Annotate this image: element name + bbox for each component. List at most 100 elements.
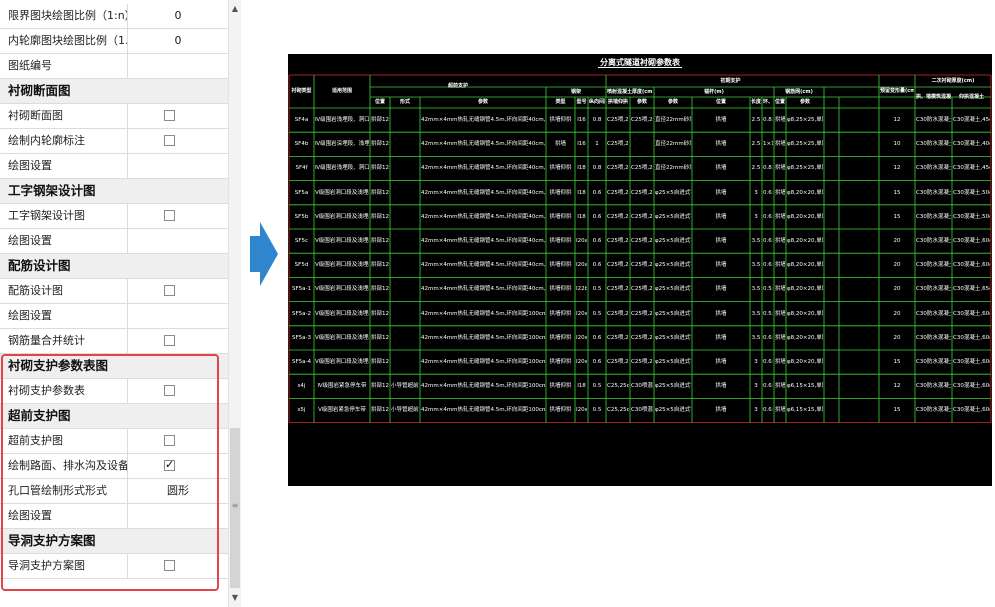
checkbox[interactable]: [164, 435, 175, 446]
scroll-up-icon[interactable]: ▲: [229, 2, 241, 16]
data-cell: 2.5: [751, 141, 761, 148]
header-cell: 参数: [636, 99, 647, 105]
data-cell: Ⅴ级围岩洞口段及浅埋段: [315, 262, 369, 269]
scroll-down-icon[interactable]: ▼: [229, 591, 241, 605]
data-cell: [391, 181, 419, 205]
row-type-cell: s4j: [297, 383, 306, 390]
panel-row[interactable]: 钢筋量合并统计: [0, 329, 228, 354]
data-cell: I20a: [576, 334, 587, 341]
data-cell: φ8,20×20,单层: [787, 310, 823, 317]
data-cell: C30防水混凝土60cm: [916, 238, 951, 244]
data-cell: [391, 253, 419, 277]
panel-row[interactable]: 图纸编号: [0, 54, 228, 79]
checkbox[interactable]: [164, 110, 175, 121]
data-cell: 0.5×0.8: [763, 310, 773, 317]
row-type-cell: SF5d: [294, 262, 309, 269]
panel-row[interactable]: 限界图块绘图比例（1:n） 0: [0, 4, 228, 29]
panel-row[interactable]: 绘图设置: [0, 229, 228, 254]
data-cell: 0.6: [592, 238, 602, 244]
row-value-field[interactable]: [128, 154, 228, 178]
row-label: 钢筋量合并统计: [0, 329, 128, 353]
row-value-field[interactable]: 0: [128, 4, 228, 28]
panel-row[interactable]: 孔口管绘制形式形式 圆形: [0, 479, 228, 504]
checkbox[interactable]: [164, 285, 175, 296]
data-cell: [391, 229, 419, 253]
data-cell: 拱墙: [775, 383, 785, 390]
data-cell: 0.6×1: [763, 407, 773, 414]
data-cell: Ⅴ级围岩洞口段及浅埋段: [315, 334, 369, 341]
data-cell: C30防水混凝土60cm: [916, 262, 951, 269]
header-cell: 参数: [799, 99, 810, 105]
data-cell: C30混凝土,45cm: [953, 117, 990, 123]
data-cell: 拱墙: [715, 262, 727, 269]
panel-row[interactable]: 工字钢架设计图: [0, 204, 228, 229]
row-type-cell: SF5a-4: [291, 359, 311, 365]
data-cell: C25喷,25cm: [631, 189, 653, 196]
row-label: 导洞支护方案图: [0, 554, 128, 578]
property-panel: 限界图块绘图比例（1:n） 0 内轮廓图块绘图比例（1... 0 图纸编号衬砌断面图衬砌…: [0, 0, 228, 607]
data-cell: 拱墙: [715, 310, 727, 317]
data-cell: I18: [577, 213, 586, 220]
header-cell: 参数: [667, 99, 678, 105]
checkbox[interactable]: [164, 560, 175, 571]
panel-row[interactable]: 绘图设置: [0, 154, 228, 179]
row-value-field[interactable]: [128, 54, 228, 78]
data-cell: C25喷,25cm: [631, 213, 653, 220]
data-cell: 0.8: [592, 117, 602, 123]
data-cell: 拱墙: [775, 359, 785, 365]
checkbox[interactable]: [164, 335, 175, 346]
panel-row[interactable]: 配筋设计图: [0, 279, 228, 304]
data-cell: I20a: [576, 310, 587, 317]
panel-row[interactable]: 超前支护图: [0, 429, 228, 454]
panel-row[interactable]: 衬砌断面图: [0, 104, 228, 129]
data-cell: 3: [754, 383, 758, 390]
checkbox[interactable]: [164, 385, 175, 396]
panel-row[interactable]: 绘制路面、排水沟及设备槽: [0, 454, 228, 479]
data-cell: I22b: [576, 286, 587, 293]
data-cell: 3: [754, 189, 758, 196]
checkbox[interactable]: [164, 135, 175, 146]
data-cell: 42mm×4mm热轧无缝钢管4.5m,环向间距100cm: [421, 407, 545, 414]
row-value-field[interactable]: [128, 304, 228, 328]
data-cell: C30混凝土,65cm: [953, 286, 990, 293]
row-value-field[interactable]: 圆形: [128, 479, 228, 503]
data-cell: C30喷混凝土,25cm: [631, 383, 653, 390]
data-cell: I16: [577, 141, 586, 148]
data-cell: 拱墙: [775, 141, 785, 148]
panel-row[interactable]: 内轮廓图块绘图比例（1... 0: [0, 29, 228, 54]
row-type-cell: SF4b: [294, 141, 309, 148]
header-cell: 类型: [555, 99, 566, 105]
panel-section-header: 衬砌支护参数表图: [0, 354, 228, 379]
row-value-field[interactable]: 0: [128, 29, 228, 53]
data-cell: [391, 277, 419, 301]
panel-row[interactable]: 衬砌支护参数表: [0, 379, 228, 404]
section-title: 超前支护图: [8, 408, 71, 423]
panel-row[interactable]: 导洞支护方案图: [0, 554, 228, 579]
vertical-scrollbar[interactable]: ▲ ≡ ▼: [228, 0, 241, 607]
row-value-field[interactable]: [128, 229, 228, 253]
row-value-field[interactable]: [128, 504, 228, 528]
row-label: 衬砌断面图: [0, 104, 128, 128]
data-cell: C30防水混凝土40cm: [916, 141, 951, 148]
data-cell: Ⅴ级围岩洞口段及浅埋段: [315, 286, 369, 293]
checkbox[interactable]: [164, 458, 175, 471]
panel-row[interactable]: 绘图设置: [0, 304, 228, 329]
panel-row[interactable]: 绘制内轮廓标注: [0, 129, 228, 154]
data-cell: 拱墙: [715, 359, 727, 365]
data-cell: C25喷,24cm: [631, 165, 653, 172]
checkbox[interactable]: [164, 210, 175, 221]
panel-row[interactable]: 绘图设置: [0, 504, 228, 529]
data-cell: C25喷,27cm: [631, 310, 653, 317]
data-cell: C25喷,27cm: [607, 238, 629, 244]
row-type-cell: SF5a-1: [291, 286, 311, 293]
data-cell: C30混凝土,60cm: [953, 262, 990, 269]
data-cell: φ25×5自进式锚杆3.5m: [655, 310, 691, 317]
data-cell: φ25×5自进式锚杆3.5m: [655, 286, 691, 293]
data-cell: 拱墙: [715, 383, 727, 390]
data-cell: I18: [577, 383, 586, 390]
data-cell: 2.5: [751, 165, 761, 172]
header-cell: 纵向间距(cm): [589, 99, 605, 105]
data-cell: C30混凝土,50cm: [953, 213, 990, 220]
data-cell: 3.5: [751, 262, 761, 269]
data-cell: I18: [577, 165, 586, 172]
